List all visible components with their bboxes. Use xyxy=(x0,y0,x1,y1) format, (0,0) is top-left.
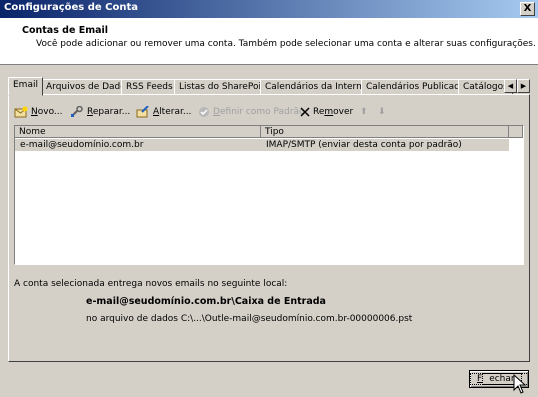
set-default-button[interactable]: Definir como Padrão xyxy=(198,104,304,120)
mouse-cursor-icon xyxy=(513,374,527,394)
tab-scroll-right-button[interactable]: ▶ xyxy=(517,79,530,93)
account-type-cell: IMAP/SMTP (enviar desta conta por padrão… xyxy=(266,140,462,150)
column-header-filler xyxy=(509,126,523,138)
move-up-button[interactable]: ⬆ xyxy=(360,104,368,120)
remove-button[interactable]: Remover xyxy=(300,104,353,120)
check-circle-icon xyxy=(199,106,209,117)
header: Contas de Email Você pode adicionar ou r… xyxy=(0,18,538,65)
data-file-path: no arquivo de dados C:\...\Outle-mail@se… xyxy=(86,314,413,324)
repair-button[interactable]: Reparar... xyxy=(70,104,130,120)
new-account-icon xyxy=(14,106,28,117)
tab-scroll-left-button[interactable]: ◀ xyxy=(504,79,517,93)
column-header-name[interactable]: Nome xyxy=(15,126,261,138)
change-account-icon xyxy=(136,105,149,117)
delivery-location-label: A conta selecionada entrega novos emails… xyxy=(14,279,288,289)
change-button[interactable]: Alterar... xyxy=(136,104,191,120)
window-title: Configurações de Conta xyxy=(4,2,138,13)
delivery-location: e-mail@seudomínio.com.br\Caixa de Entrad… xyxy=(86,296,326,307)
move-down-button[interactable]: ⬇ xyxy=(378,104,386,120)
page-description: Você pode adicionar ou remover uma conta… xyxy=(36,39,536,49)
tab-internet-calendars[interactable]: Calendários da Internet xyxy=(260,79,376,94)
tab-strip: Email Arquivos de Dados RSS Feeds Listas… xyxy=(8,77,530,96)
accounts-list[interactable]: Nome Tipo e-mail@seudomínio.com.br IMAP/… xyxy=(14,125,524,265)
table-row[interactable]: e-mail@seudomínio.com.br IMAP/SMTP (envi… xyxy=(15,139,509,151)
title-bar: Configurações de Conta X xyxy=(0,0,538,18)
window-close-button[interactable]: X xyxy=(520,2,535,16)
account-name-cell: e-mail@seudomínio.com.br xyxy=(20,140,144,150)
column-header-type[interactable]: Tipo xyxy=(261,126,509,138)
page-title: Contas de Email xyxy=(22,25,109,36)
tab-email[interactable]: Email xyxy=(8,77,43,96)
repair-icon xyxy=(71,105,83,117)
new-button[interactable]: Novo... xyxy=(14,104,63,120)
remove-x-icon xyxy=(300,106,310,117)
tab-rss-feeds[interactable]: RSS Feeds xyxy=(121,79,178,94)
